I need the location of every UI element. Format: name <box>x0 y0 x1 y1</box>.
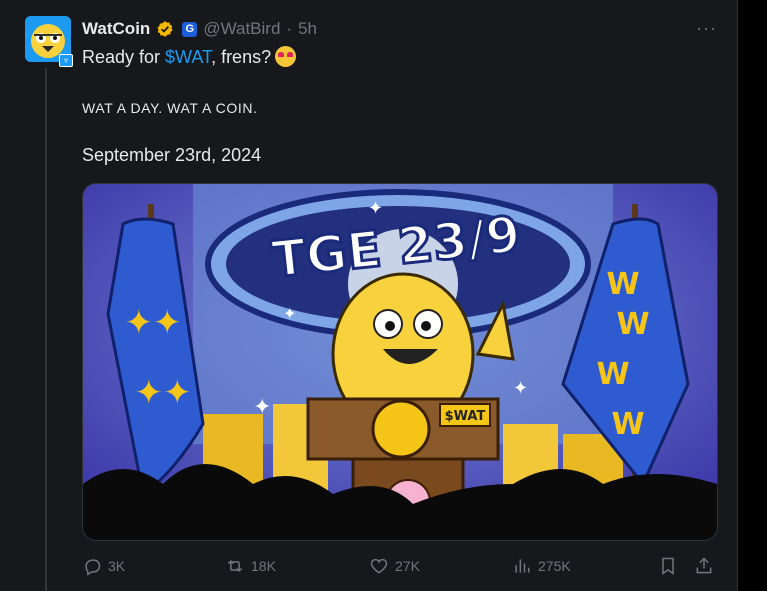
reply-icon <box>85 559 101 576</box>
views-button[interactable]: 275K <box>512 556 571 576</box>
flag-letter: W <box>611 407 644 442</box>
reply-button[interactable]: 3K <box>82 556 125 576</box>
svg-text:✦✦: ✦✦ <box>135 373 192 413</box>
reply-count: 3K <box>108 558 126 574</box>
svg-text:✦: ✦ <box>513 378 528 398</box>
share-icon <box>696 557 712 574</box>
svg-text:✦: ✦ <box>283 306 296 323</box>
svg-text:✦✦: ✦✦ <box>125 303 182 343</box>
affiliation-badge: G <box>182 21 198 37</box>
media-image[interactable]: TGE 23/9 ✦✦ ✦✦ W W W W $WAT ✦ ✦ ✦ ✦ <box>82 183 718 541</box>
flag-letter: W <box>596 357 629 392</box>
tweet-text: Ready for $WAT, frens? <box>82 46 297 68</box>
flag-letter: W <box>606 267 639 302</box>
tweet-panel: ▿ WatCoin G @WatBird · 5h ··· Ready for … <box>0 0 738 591</box>
separator: · <box>286 19 293 38</box>
bookmark-icon <box>662 557 674 575</box>
repost-icon <box>227 559 243 573</box>
affiliate-badge: ▿ <box>59 54 73 67</box>
timestamp[interactable]: 5h <box>298 19 317 39</box>
views-icon <box>515 559 530 573</box>
sign-text: $WAT <box>445 409 486 424</box>
star-struck-emoji-icon <box>275 46 297 67</box>
more-icon[interactable]: ··· <box>696 18 717 39</box>
handle[interactable]: @WatBird <box>203 19 280 39</box>
views-count: 275K <box>538 558 571 574</box>
bookmark-button[interactable] <box>658 556 678 576</box>
flag-letter: W <box>616 307 649 342</box>
like-button[interactable]: 27K <box>369 556 420 576</box>
display-name[interactable]: WatCoin <box>82 19 150 39</box>
action-bar: 3K 18K 27K 275K <box>82 556 722 580</box>
svg-text:✦: ✦ <box>253 394 271 419</box>
svg-text:✦: ✦ <box>368 198 383 218</box>
like-count: 27K <box>395 558 420 574</box>
thread-line <box>45 68 47 591</box>
tweet-subline: WAT A DAY. WAT A COIN. <box>82 100 258 116</box>
tweet-text-suffix: , frens? <box>211 47 272 67</box>
cashtag-link[interactable]: $WAT <box>165 47 211 67</box>
repost-button[interactable]: 18K <box>225 556 276 576</box>
tweet-header: WatCoin G @WatBird · 5h <box>82 18 317 40</box>
tweet-date-line: September 23rd, 2024 <box>82 145 262 165</box>
share-button[interactable] <box>694 556 714 576</box>
verified-icon <box>157 21 173 37</box>
repost-count: 18K <box>251 558 276 574</box>
tweet-text-prefix: Ready for <box>82 47 166 67</box>
like-icon <box>370 558 388 574</box>
